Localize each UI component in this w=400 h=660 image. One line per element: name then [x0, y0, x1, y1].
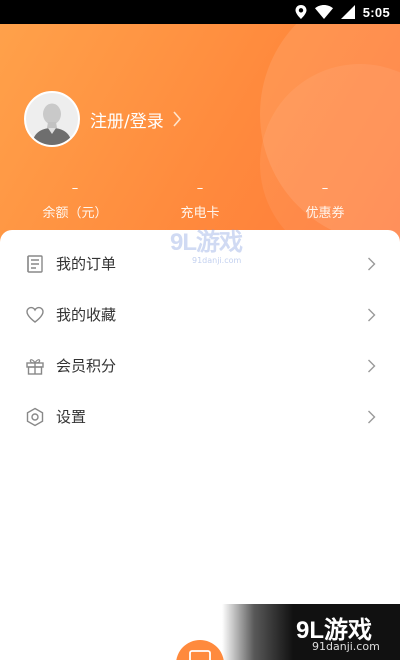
- orders-icon: [27, 254, 43, 273]
- chevron-right-icon: [368, 359, 376, 372]
- stat-balance[interactable]: – 余额（元）: [30, 181, 120, 222]
- menu-item-member-points[interactable]: 会员积分: [0, 340, 400, 391]
- wifi-icon: [314, 5, 333, 19]
- settings-icon: [26, 407, 44, 426]
- profile-header: 注册/登录 – 余额（元） – 充电卡 – 优惠券: [0, 24, 400, 254]
- watermark-site: 91danji.com: [192, 256, 242, 265]
- stat-value: –: [321, 181, 329, 196]
- screen: 5:05 注册/登录 – 余额（元） – 充电卡 – 优惠券 我的订单 我的收藏…: [0, 0, 400, 660]
- chevron-right-icon: [173, 111, 181, 127]
- watermark-logo: 9L游戏 91danji.com: [170, 230, 270, 270]
- location-icon: [295, 5, 307, 19]
- chevron-right-icon: [368, 308, 376, 321]
- stat-value: –: [196, 181, 204, 196]
- login-register-label: 注册/登录: [90, 111, 164, 132]
- stat-label: 优惠券: [305, 206, 345, 221]
- gift-icon: [26, 358, 44, 375]
- stat-label: 充电卡: [180, 206, 220, 221]
- menu-card: 我的订单 我的收藏 会员积分 设置 9L游戏 91danji.com: [0, 230, 400, 660]
- watermark-brand: 9L游戏: [170, 229, 243, 256]
- avatar[interactable]: [24, 91, 80, 147]
- login-register-link[interactable]: 注册/登录: [90, 107, 182, 132]
- menu-item-label: 我的收藏: [56, 306, 117, 324]
- status-bar: 5:05: [0, 0, 400, 24]
- signal-icon: [340, 5, 355, 19]
- heart-icon: [26, 306, 44, 323]
- menu-item-favorites[interactable]: 我的收藏: [0, 289, 400, 340]
- watermark-panel: 9L游戏 91danji.com: [222, 604, 400, 660]
- stat-charge-card[interactable]: – 充电卡: [155, 181, 245, 222]
- menu-item-label: 会员积分: [56, 357, 117, 375]
- scan-icon: [189, 650, 211, 660]
- default-avatar-icon: [26, 93, 78, 145]
- chevron-right-icon: [368, 410, 376, 423]
- chevron-right-icon: [368, 257, 376, 270]
- stats-row: – 余额（元） – 充电卡 – 优惠券: [0, 181, 400, 222]
- profile-row[interactable]: 注册/登录: [24, 91, 182, 147]
- stat-coupons[interactable]: – 优惠券: [280, 181, 370, 222]
- menu-item-label: 设置: [56, 408, 87, 426]
- stat-label: 余额（元）: [42, 206, 108, 221]
- stat-value: –: [71, 181, 79, 196]
- menu-item-settings[interactable]: 设置: [0, 391, 400, 442]
- status-time: 5:05: [362, 4, 390, 20]
- watermark-site: 91danji.com: [312, 640, 380, 653]
